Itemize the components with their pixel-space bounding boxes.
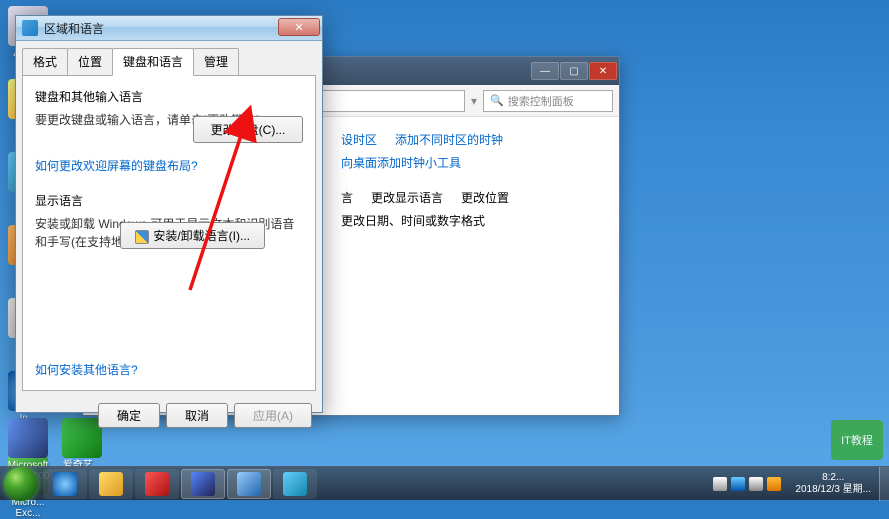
- start-button[interactable]: [0, 467, 42, 501]
- app-icon: [145, 472, 169, 496]
- taskbar-ie-button[interactable]: [43, 469, 87, 499]
- cp-link-timezone[interactable]: 设时区: [341, 131, 377, 148]
- cp-link-add-clocks[interactable]: 添加不同时区的时钟: [395, 131, 503, 148]
- cp-close-button[interactable]: ✕: [589, 62, 617, 80]
- search-icon: 🔍: [490, 94, 504, 107]
- region-language-dialog: 区域和语言 ✕ 格式 位置 键盘和语言 管理 键盘和其他输入语言 要更改键盘或输…: [15, 15, 323, 413]
- taskbar-explorer-button[interactable]: [89, 469, 133, 499]
- ie-icon: [53, 472, 77, 496]
- install-lang-help-link[interactable]: 如何安装其他语言?: [35, 363, 138, 377]
- tab-keyboards-languages[interactable]: 键盘和语言: [112, 48, 194, 76]
- tab-location[interactable]: 位置: [67, 48, 113, 76]
- folder-icon: [99, 472, 123, 496]
- app-icon: [191, 472, 215, 496]
- cp-maximize-button[interactable]: ▢: [560, 62, 588, 80]
- ok-button[interactable]: 确定: [98, 403, 160, 428]
- taskbar-app1-button[interactable]: [135, 469, 179, 499]
- kb-layout-help-link[interactable]: 如何更改欢迎屏幕的键盘布局?: [35, 159, 198, 173]
- cp-link-date-format[interactable]: 更改日期、时间或数字格式: [341, 212, 485, 229]
- cp-link-display-lang[interactable]: 更改显示语言: [371, 189, 443, 206]
- cancel-button[interactable]: 取消: [166, 403, 228, 428]
- apply-button[interactable]: 应用(A): [234, 403, 312, 428]
- globe-icon: [22, 20, 38, 36]
- rl-footer: 确定 取消 应用(A): [16, 397, 322, 436]
- windows-orb-icon: [4, 467, 38, 501]
- rl-tabs: 格式 位置 键盘和语言 管理: [16, 41, 322, 75]
- lang-section-title: 显示语言: [35, 192, 303, 209]
- rl-titlebar[interactable]: 区域和语言 ✕: [16, 16, 322, 41]
- cp-minimize-button[interactable]: —: [531, 62, 559, 80]
- tray-network-icon[interactable]: [731, 477, 745, 491]
- cp-link-location[interactable]: 更改位置: [461, 189, 509, 206]
- install-languages-button[interactable]: 安装/卸载语言(I)...: [120, 222, 265, 249]
- dialog-close-button[interactable]: ✕: [278, 18, 320, 36]
- system-tray: 8:2... 2018/12/3 星期...: [707, 467, 889, 500]
- tray-shield-icon[interactable]: [767, 477, 781, 491]
- tray-volume-icon[interactable]: [749, 477, 763, 491]
- show-desktop-button[interactable]: [879, 467, 889, 501]
- tray-clock[interactable]: 8:2... 2018/12/3 星期...: [787, 472, 879, 496]
- watermark: IT教程: [831, 420, 883, 460]
- tray-flag-icon[interactable]: [713, 477, 727, 491]
- kb-section-title: 键盘和其他输入语言: [35, 88, 303, 105]
- control-panel-icon: [237, 472, 261, 496]
- rl-tab-content: 键盘和其他输入语言 要更改键盘或输入语言，请单击"更改键盘"。 更改键盘(C).…: [22, 75, 316, 391]
- dialog-title: 区域和语言: [44, 20, 104, 37]
- uac-shield-icon: [135, 230, 149, 244]
- taskbar-app3-button[interactable]: [273, 469, 317, 499]
- tab-formats[interactable]: 格式: [22, 48, 68, 76]
- taskbar: 8:2... 2018/12/3 星期...: [0, 466, 889, 500]
- cp-search-input[interactable]: 🔍 搜索控制面板: [483, 90, 613, 112]
- cp-link-desktop-clock[interactable]: 向桌面添加时钟小工具: [341, 154, 461, 171]
- change-keyboards-button[interactable]: 更改键盘(C)...: [193, 116, 303, 143]
- app-icon: [283, 472, 307, 496]
- taskbar-app2-button[interactable]: [181, 469, 225, 499]
- cp-link-lang[interactable]: 言: [341, 189, 353, 206]
- taskbar-controlpanel-button[interactable]: [227, 469, 271, 499]
- tab-administrative[interactable]: 管理: [193, 48, 239, 76]
